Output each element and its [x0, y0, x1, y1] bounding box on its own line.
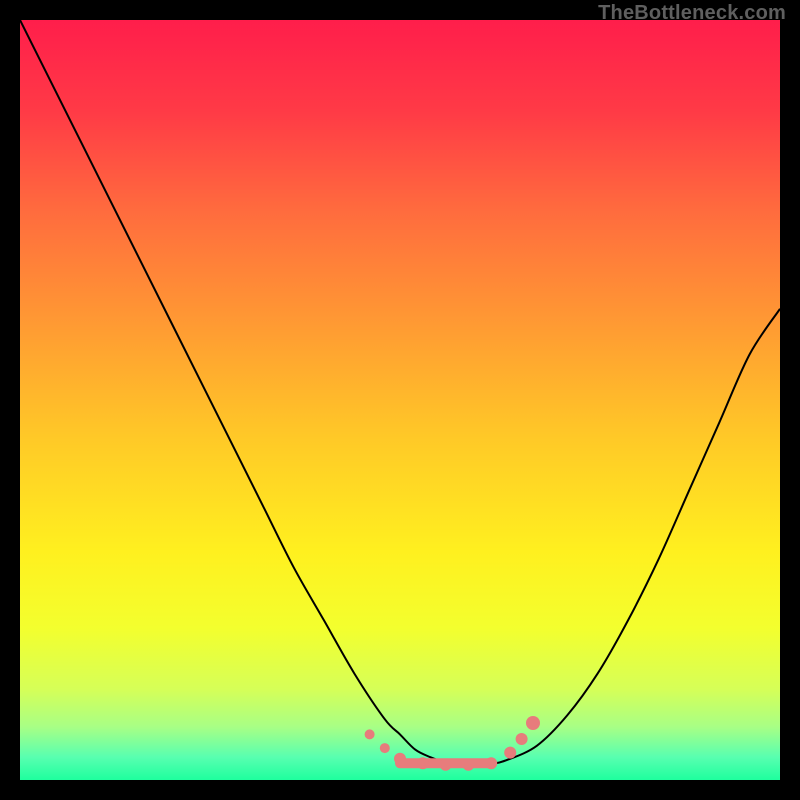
outer-frame: TheBottleneck.com — [0, 0, 800, 800]
watermark-text: TheBottleneck.com — [598, 2, 786, 25]
highlight-dot — [462, 759, 474, 771]
highlight-dot — [504, 747, 516, 759]
highlight-dot — [394, 753, 406, 765]
highlight-dot — [380, 743, 390, 753]
highlight-dot — [516, 733, 528, 745]
highlight-dot — [526, 716, 540, 730]
highlight-dot — [417, 757, 429, 769]
chart-canvas — [20, 20, 780, 780]
highlight-dot — [365, 729, 375, 739]
chart-background — [20, 20, 780, 780]
highlight-dot — [485, 757, 497, 769]
highlight-dot — [440, 759, 452, 771]
